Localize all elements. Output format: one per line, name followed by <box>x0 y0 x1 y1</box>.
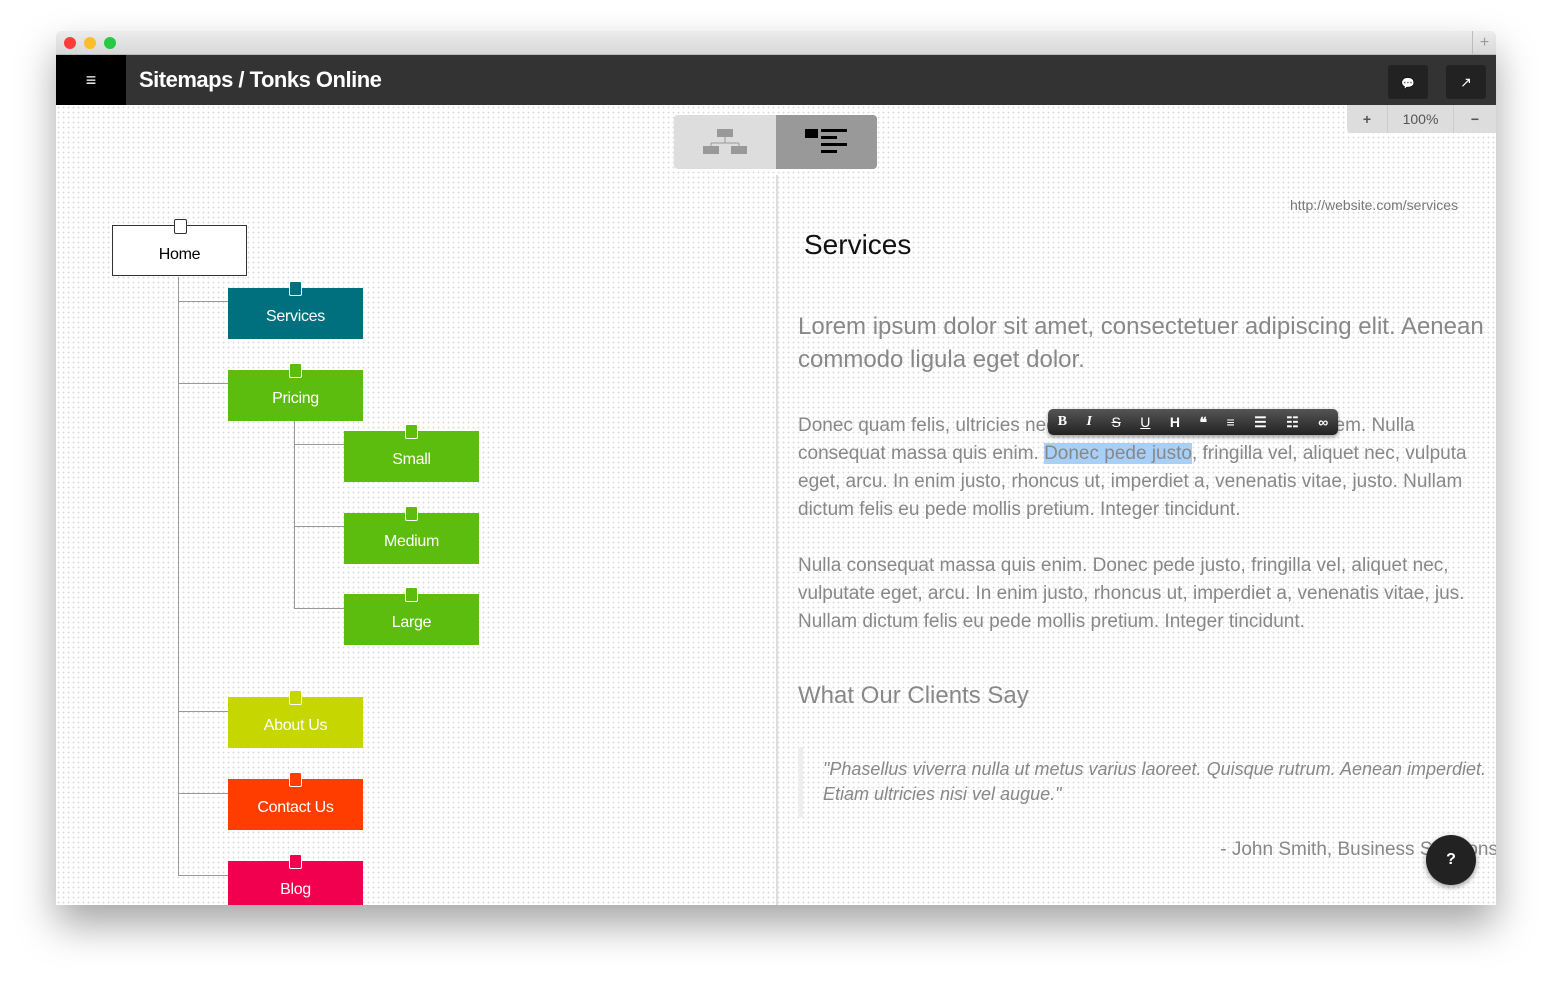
page-icon <box>405 424 418 439</box>
blockquote[interactable]: "Phasellus viverra nulla ut metus varius… <box>798 747 1488 817</box>
bold-button[interactable]: B <box>1058 414 1067 430</box>
node-services[interactable]: Services <box>228 281 363 339</box>
close-window-button[interactable] <box>64 37 76 49</box>
link-button[interactable]: ∞ <box>1318 414 1328 430</box>
page-icon <box>405 587 418 602</box>
help-icon: ? <box>1446 851 1456 868</box>
menu-icon[interactable]: ≡ <box>56 55 126 105</box>
zoom-out-button[interactable]: − <box>1454 105 1496 133</box>
underline-button[interactable]: U <box>1140 414 1150 430</box>
selected-text: Donec pede justo <box>1044 443 1192 464</box>
zoom-level: 100% <box>1388 105 1454 133</box>
page-url: http://website.com/services <box>1289 197 1458 213</box>
tree-connector <box>178 875 228 876</box>
page-icon <box>405 506 418 521</box>
page-heading[interactable]: Services <box>804 229 911 261</box>
app-header: ≡ Sitemaps / Tonks Online 💬 ↗ <box>56 55 1496 105</box>
section-heading[interactable]: What Our Clients Say <box>798 682 1029 710</box>
node-label: Home <box>158 246 201 263</box>
minimize-window-button[interactable] <box>84 37 96 49</box>
node-label: Medium <box>383 533 440 550</box>
node-label: Large <box>391 614 432 631</box>
tree-connector <box>294 420 295 608</box>
zoom-in-button[interactable]: + <box>1347 105 1388 133</box>
node-about-us[interactable]: About Us <box>228 690 363 748</box>
sitemap-icon <box>702 129 747 154</box>
tree-connector <box>294 444 344 445</box>
paragraph-2[interactable]: Nulla consequat massa quis enim. Donec p… <box>798 552 1488 636</box>
node-home[interactable]: Home <box>112 219 247 276</box>
ordered-list-button[interactable]: ☰ <box>1254 414 1267 431</box>
zoom-control: + 100% − <box>1347 105 1496 133</box>
tree-connector <box>178 277 179 875</box>
text-editor-toolbar: B I S U H ❝ ≡ ☰ ☷ ∞ <box>1048 409 1338 435</box>
page-icon <box>174 219 187 234</box>
pane-divider[interactable] <box>776 175 778 905</box>
node-small[interactable]: Small <box>344 424 479 482</box>
tree-connector <box>178 383 228 384</box>
maximize-window-button[interactable] <box>104 37 116 49</box>
help-chat-button[interactable]: ? <box>1426 835 1476 885</box>
heading-button[interactable]: H <box>1170 414 1180 430</box>
share-button[interactable]: ↗ <box>1446 65 1486 99</box>
node-label: Contact Us <box>257 799 334 816</box>
tree-connector <box>178 301 228 302</box>
strikethrough-button[interactable]: S <box>1111 414 1120 430</box>
tree-connector <box>178 711 228 712</box>
page-title: Sitemaps / Tonks Online <box>139 67 382 92</box>
node-contact-us[interactable]: Contact Us <box>228 772 363 830</box>
title-bar: + <box>56 31 1496 55</box>
node-label: Pricing <box>272 390 319 407</box>
tree-connector <box>178 793 228 794</box>
page-icon <box>289 281 302 296</box>
comments-button[interactable]: 💬 <box>1388 65 1428 99</box>
outline-list-icon <box>805 129 848 153</box>
view-switch <box>674 115 877 169</box>
tree-connector <box>294 526 344 527</box>
page-icon <box>289 690 302 705</box>
node-large[interactable]: Large <box>344 587 479 645</box>
tree-connector <box>294 608 344 609</box>
lead-paragraph[interactable]: Lorem ipsum dolor sit amet, consectetuer… <box>798 310 1488 376</box>
node-label: Blog <box>280 881 311 898</box>
page-icon <box>289 854 302 869</box>
app-window: + ≡ Sitemaps / Tonks Online 💬 ↗ + 100% −… <box>56 31 1496 905</box>
chat-icon: 💬 <box>1401 78 1415 90</box>
unordered-list-button[interactable]: ☷ <box>1286 414 1299 431</box>
list-view-button[interactable] <box>775 115 877 169</box>
node-label: About Us <box>263 717 328 734</box>
new-tab-button[interactable]: + <box>1472 31 1496 55</box>
node-label: Services <box>266 308 325 325</box>
italic-button[interactable]: I <box>1087 414 1092 430</box>
page-icon <box>289 363 302 378</box>
node-label: Small <box>392 451 431 468</box>
quote-button[interactable]: ❝ <box>1199 414 1207 431</box>
share-icon: ↗ <box>1460 74 1472 90</box>
page-icon <box>289 772 302 787</box>
justify-button[interactable]: ≡ <box>1226 414 1234 430</box>
node-medium[interactable]: Medium <box>344 506 479 564</box>
tree-view-button[interactable] <box>674 115 776 169</box>
node-pricing[interactable]: Pricing <box>228 363 363 421</box>
workspace: + 100% − Home Services Pricing Small Med… <box>56 105 1496 905</box>
node-blog[interactable]: Blog <box>228 854 363 905</box>
